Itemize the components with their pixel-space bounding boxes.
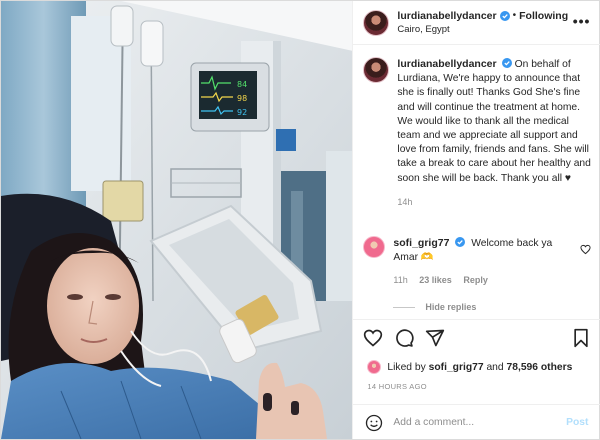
- share-icon[interactable]: [425, 328, 445, 348]
- comment-icon[interactable]: [394, 328, 415, 348]
- liker-username[interactable]: sofi_grig77: [429, 362, 484, 373]
- following-button[interactable]: Following: [519, 9, 568, 23]
- verified-icon: [501, 58, 512, 68]
- hospital-selfie-image: 84 98 92: [1, 1, 353, 439]
- comment-likes[interactable]: 23 likes: [419, 275, 452, 285]
- caption-text: On behalf of Lurdiana, We're happy to an…: [397, 59, 591, 184]
- comment-item: sofi_grig77 Welcome back ya Amar 🫶 11h 2…: [363, 236, 595, 287]
- patient-monitor: 84 98 92: [190, 62, 270, 132]
- caption-time[interactable]: 14h: [397, 195, 593, 209]
- hide-replies-label: Hide replies: [425, 302, 477, 312]
- post-header: lurdianabellydancer • Following Cairo, E…: [353, 1, 600, 45]
- comment-username[interactable]: sofi_grig77: [393, 237, 449, 249]
- bookmark-icon[interactable]: [572, 328, 590, 348]
- liker-avatar[interactable]: [367, 360, 382, 374]
- smiley-icon[interactable]: [365, 414, 383, 432]
- instagram-post: 84 98 92 lurdianabellydancer • Following…: [0, 0, 600, 440]
- comment-heart-icon[interactable]: [580, 244, 591, 255]
- verified-icon: [455, 237, 466, 247]
- likes-summary: Liked by sofi_grig77 and 78,596 others: [367, 360, 572, 374]
- monitor-reading-bp: 92: [237, 108, 247, 117]
- comment-composer: Post: [353, 404, 600, 440]
- more-icon[interactable]: •••: [573, 13, 591, 29]
- likes-and: and: [486, 361, 504, 373]
- comment-time[interactable]: 11h: [393, 275, 407, 285]
- verified-icon: [499, 10, 510, 21]
- monitor-reading-spo2: 98: [237, 94, 247, 103]
- post-timestamp[interactable]: 14 HOURS AGO: [367, 382, 426, 391]
- caption-avatar[interactable]: [363, 57, 390, 83]
- author-username[interactable]: lurdianabellydancer: [397, 9, 496, 23]
- divider-line: [393, 306, 416, 308]
- post-photo[interactable]: 84 98 92: [1, 1, 353, 439]
- hide-replies-button[interactable]: Hide replies: [393, 302, 476, 312]
- post-actions: Liked by sofi_grig77 and 78,596 others 1…: [353, 319, 600, 439]
- caption-username[interactable]: lurdianabellydancer: [397, 58, 496, 70]
- heart-icon[interactable]: [363, 328, 383, 348]
- monitor-reading-hr: 84: [237, 80, 247, 89]
- post-location[interactable]: Cairo, Egypt: [397, 23, 568, 37]
- post-caption: lurdianabellydancer On behalf of Lurdian…: [363, 57, 593, 209]
- likes-prefix: Liked by: [387, 361, 426, 373]
- likes-others[interactable]: 78,596 others: [507, 362, 573, 373]
- reply-button[interactable]: Reply: [463, 275, 488, 285]
- author-avatar[interactable]: [363, 9, 390, 36]
- post-button[interactable]: Post: [566, 417, 588, 428]
- comment-input[interactable]: [393, 417, 554, 428]
- separator-dot: •: [512, 9, 517, 21]
- post-side-panel: lurdianabellydancer • Following Cairo, E…: [352, 1, 600, 439]
- commenter-avatar[interactable]: [363, 236, 386, 258]
